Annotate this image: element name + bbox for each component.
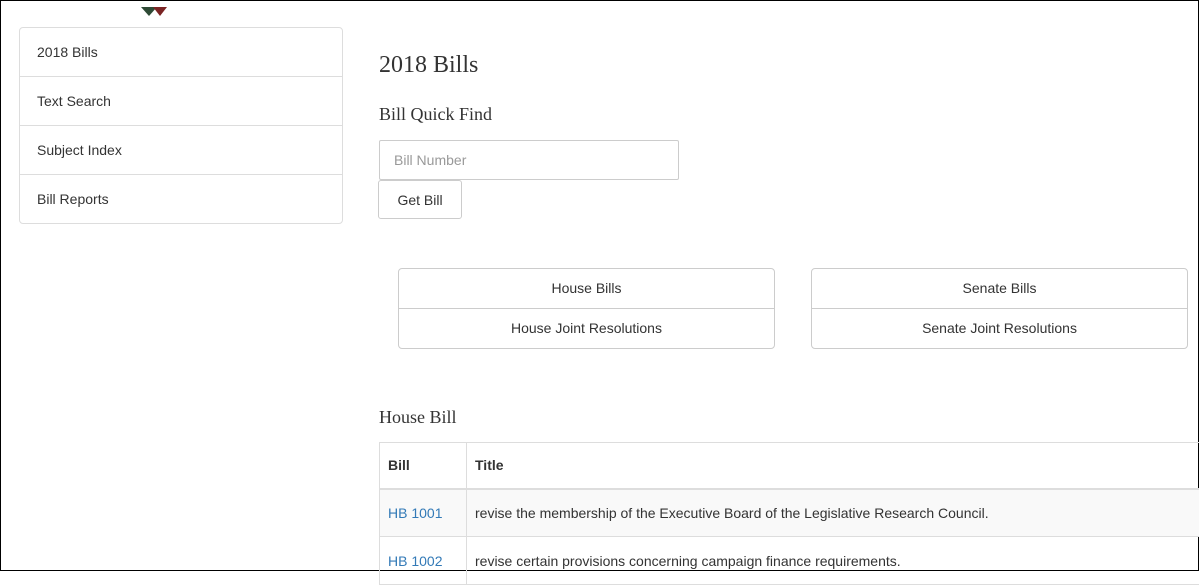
bills-table: Bill Title HB 1001 revise the membership… <box>379 442 1199 585</box>
sidebar-item-subject-index[interactable]: Subject Index <box>20 126 342 175</box>
red-chevron-icon <box>153 7 167 16</box>
senate-button-group: Senate Bills Senate Joint Resolutions <box>811 268 1188 349</box>
quick-find-title: Bill Quick Find <box>379 104 492 125</box>
get-bill-button[interactable]: Get Bill <box>378 180 462 219</box>
bill-number-cell: HB 1002 <box>380 537 467 585</box>
bill-number-input[interactable] <box>379 140 679 180</box>
bill-number-cell: HB 1001 <box>380 489 467 537</box>
house-bills-button[interactable]: House Bills <box>399 269 774 309</box>
sidebar-nav: 2018 Bills Text Search Subject Index Bil… <box>19 27 343 224</box>
bill-link[interactable]: HB 1002 <box>388 553 442 569</box>
column-header-title: Title <box>467 443 1199 489</box>
column-header-bill: Bill <box>380 443 467 489</box>
house-button-group: House Bills House Joint Resolutions <box>398 268 775 349</box>
house-joint-resolutions-button[interactable]: House Joint Resolutions <box>399 309 774 348</box>
sidebar-item-bill-reports[interactable]: Bill Reports <box>20 175 342 223</box>
senate-bills-button[interactable]: Senate Bills <box>812 269 1187 309</box>
table-header-row: Bill Title <box>380 443 1199 489</box>
sidebar-item-2018-bills[interactable]: 2018 Bills <box>20 28 342 77</box>
house-bill-section-title: House Bill <box>379 407 457 428</box>
table-row: HB 1001 revise the membership of the Exe… <box>380 489 1199 537</box>
page-title: 2018 Bills <box>379 52 478 79</box>
sidebar-item-text-search[interactable]: Text Search <box>20 77 342 126</box>
bill-title-cell: revise the membership of the Executive B… <box>467 489 1199 537</box>
senate-joint-resolutions-button[interactable]: Senate Joint Resolutions <box>812 309 1187 348</box>
bill-title-cell: revise certain provisions concerning cam… <box>467 537 1199 585</box>
table-row: HB 1002 revise certain provisions concer… <box>380 537 1199 585</box>
bill-link[interactable]: HB 1001 <box>388 505 442 521</box>
